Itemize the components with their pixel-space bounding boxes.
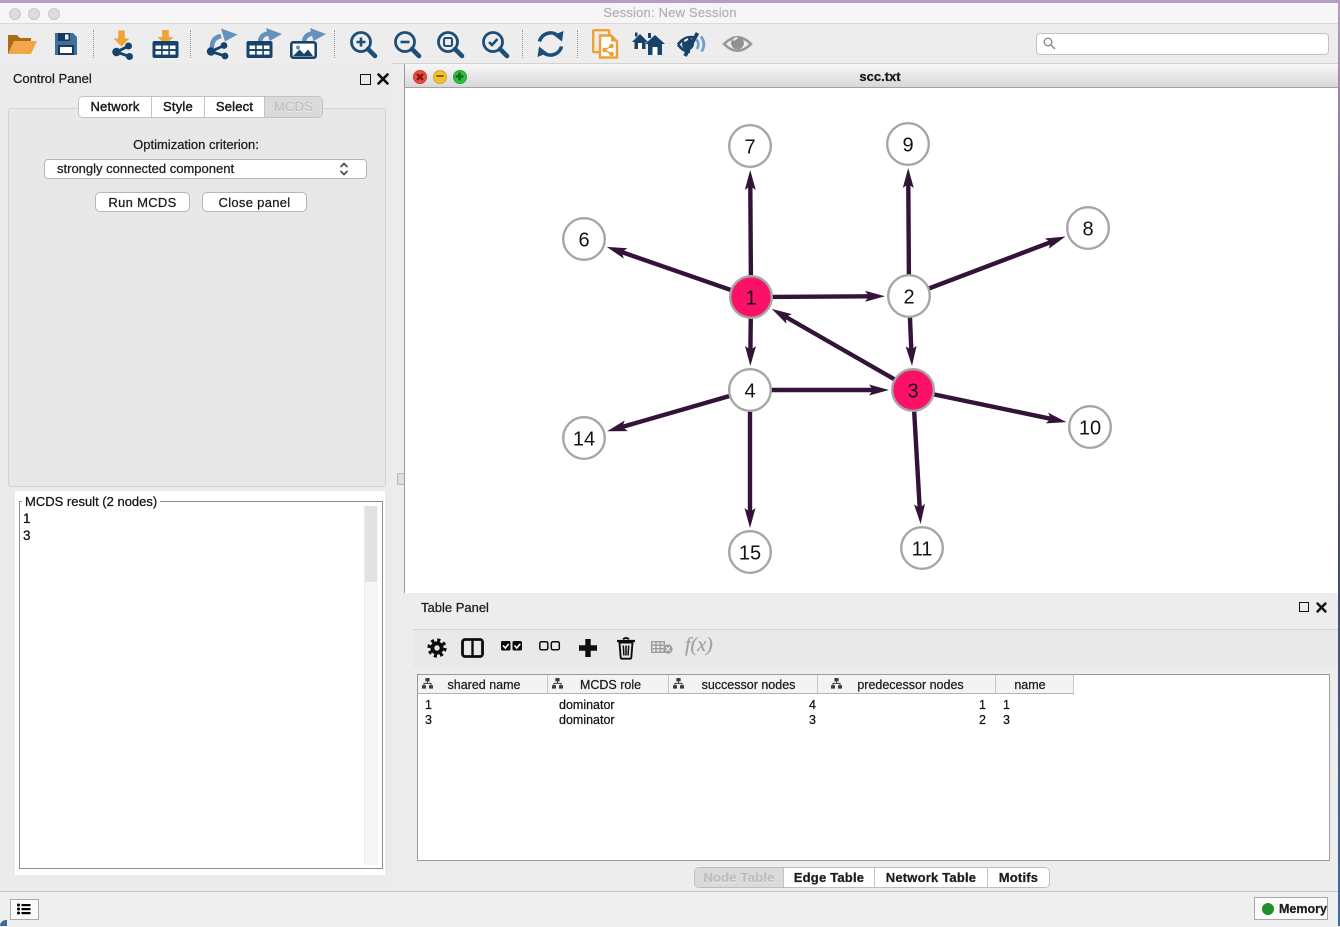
svg-text:7: 7 [744, 136, 755, 158]
svg-text:8: 8 [1082, 218, 1093, 240]
svg-text:14: 14 [573, 428, 595, 450]
svg-text:9: 9 [902, 134, 913, 156]
svg-text:1: 1 [745, 287, 756, 309]
svg-text:11: 11 [912, 538, 933, 560]
svg-text:15: 15 [739, 542, 761, 564]
svg-text:10: 10 [1079, 417, 1101, 439]
svg-text:3: 3 [907, 380, 918, 402]
svg-text:6: 6 [578, 229, 589, 251]
svg-text:4: 4 [744, 380, 755, 402]
svg-text:2: 2 [903, 286, 914, 308]
